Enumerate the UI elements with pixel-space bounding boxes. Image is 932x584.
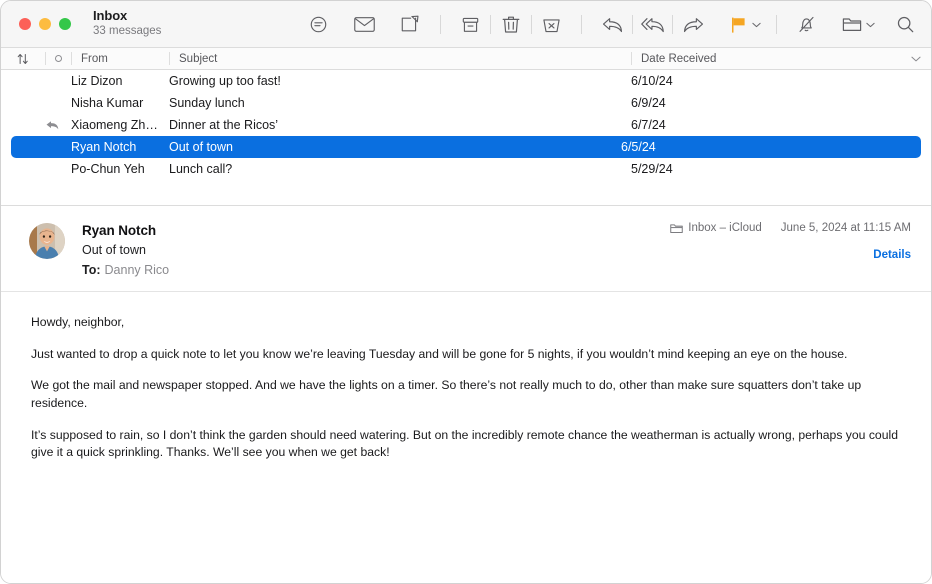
row-date: 6/5/24 [621,140,656,154]
toolbar-divider [530,15,532,34]
message-pane: Ryan Notch Out of town To: Danny Rico Inb… [1,206,931,583]
to-label: To: [82,263,101,278]
column-header-subject-label: Subject [179,52,218,65]
column-header-unread[interactable] [45,52,71,65]
mail-window: Inbox 33 messages From Subject Date Rece… [0,0,932,584]
row-from: Liz Dizon [71,74,123,88]
toolbar: Inbox 33 messages [1,1,931,48]
toolbar-divider [581,15,583,34]
sender-name: Ryan Notch [82,223,157,238]
avatar [29,223,65,259]
toolbar-divider [672,15,674,34]
toolbar-divider [775,15,777,34]
message-header-text: Ryan Notch Out of town To: Danny Rico [82,221,169,279]
toolbar-divider [631,15,633,34]
message-date: June 5, 2024 at 11:15 AM [780,222,911,234]
row-date: 5/29/24 [631,162,673,176]
row-from: Ryan Notch [71,140,137,154]
table-row[interactable]: Xiaomeng Zh… Dinner at the Ricos’ 6/7/24 [1,114,931,136]
toolbar-divider [490,15,492,34]
zoom-button[interactable] [59,18,71,30]
mute-icon[interactable] [789,10,824,40]
reply-all-icon[interactable] [635,10,670,40]
message-meta: Inbox – iCloud June 5, 2024 at 11:15 AM … [670,222,911,261]
column-header-subject[interactable]: Subject [169,52,631,65]
row-date: 6/7/24 [631,118,666,132]
table-row[interactable]: Nisha Kumar Sunday lunch 6/9/24 [1,92,931,114]
row-subject: Sunday lunch [169,96,245,110]
archive-icon[interactable] [453,10,488,40]
row-subject: Out of town [169,140,233,154]
recipient-name: Danny Rico [104,263,170,278]
replied-arrow-icon [1,120,71,131]
message-subject: Out of town [82,243,146,258]
row-subject: Dinner at the Ricos’ [169,118,279,132]
mailbox-folder-icon [670,223,684,234]
table-row[interactable]: Liz Dizon Growing up too fast! 6/10/24 [1,70,931,92]
message-count: 33 messages [93,24,162,37]
close-button[interactable] [19,18,31,30]
row-from: Xiaomeng Zh… [71,118,158,132]
table-row-selected[interactable]: Ryan Notch Out of town 6/5/24 [11,136,921,158]
message-header: Ryan Notch Out of town To: Danny Rico Inb… [1,206,931,292]
search-icon[interactable] [888,10,923,40]
move-folder-icon[interactable] [835,10,870,40]
traffic-lights [1,18,71,30]
table-row-partial[interactable] [1,180,931,191]
row-subject: Growing up too fast! [169,74,281,88]
message-list[interactable]: Liz Dizon Growing up too fast! 6/10/24 N… [1,70,931,206]
column-options-chevron-down-icon[interactable] [911,56,921,62]
mailbox-name: Inbox – iCloud [688,222,762,234]
unread-circle-icon [55,55,62,62]
page-title: Inbox [93,7,128,23]
filter-icon[interactable] [301,10,336,40]
column-header-from[interactable]: From [71,52,169,65]
row-subject: Lunch call? [169,162,233,176]
row-date: 6/10/24 [631,74,673,88]
column-header-from-label: From [81,52,108,65]
body-paragraph: Howdy, neighbor, [31,314,125,329]
column-header-row: From Subject Date Received [1,48,931,70]
sort-order-button[interactable] [1,53,45,65]
column-header-date-label: Date Received [641,52,717,65]
flag-icon[interactable] [721,10,756,40]
junk-icon[interactable] [534,10,569,40]
toolbar-buttons [301,1,923,48]
row-from: Po-Chun Yeh [71,162,145,176]
mark-unread-icon[interactable] [347,10,382,40]
reply-icon[interactable] [594,10,629,40]
message-body: Howdy, neighbor, Just wanted to drop a q… [1,292,931,583]
table-row[interactable]: Po-Chun Yeh Lunch call? 5/29/24 [1,158,931,180]
toolbar-divider [439,15,441,34]
body-paragraph: We got the mail and newspaper stopped. A… [31,378,862,411]
details-link[interactable]: Details [670,249,911,261]
trash-icon[interactable] [493,10,528,40]
row-date: 6/9/24 [631,96,666,110]
body-paragraph: It’s supposed to rain, so I don’t think … [31,427,898,460]
recipient-line: To: Danny Rico [82,262,169,279]
minimize-button[interactable] [39,18,51,30]
forward-icon[interactable] [675,10,710,40]
row-from: Nisha Kumar [71,96,144,110]
window-title-block: Inbox 33 messages [93,7,162,39]
column-header-date[interactable]: Date Received [631,52,931,65]
compose-icon[interactable] [392,10,427,40]
body-paragraph: Just wanted to drop a quick note to let … [31,346,848,361]
